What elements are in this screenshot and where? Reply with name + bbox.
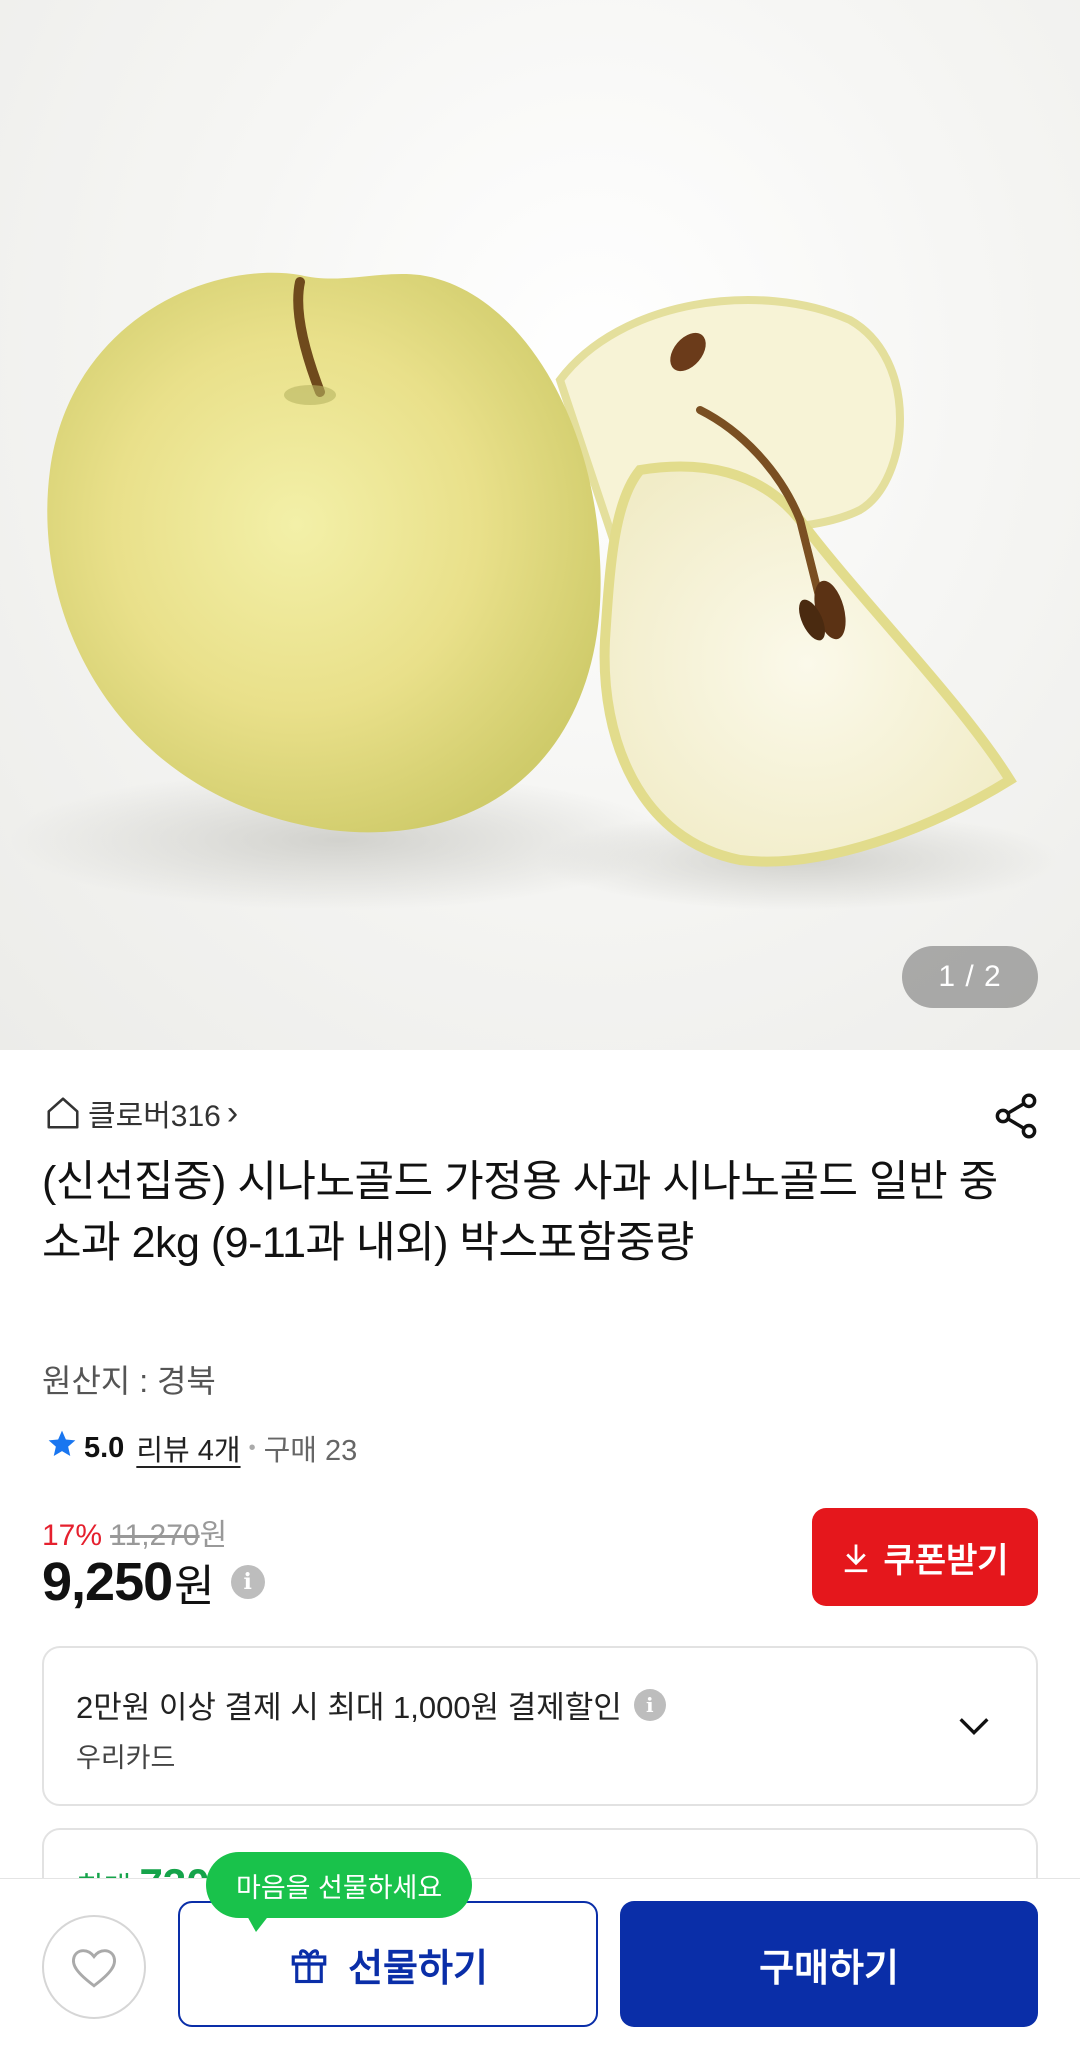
payment-discount-row: 2만원 이상 결제 시 최대 1,000원 결제할인 i: [76, 1682, 666, 1727]
store-link[interactable]: 클로버316 ›: [44, 1090, 238, 1136]
apple-photo: [10, 272, 1060, 910]
share-button[interactable]: [990, 1090, 1042, 1142]
store-name: 클로버316: [88, 1100, 221, 1133]
gift-tooltip: 마음을 선물하세요: [206, 1852, 473, 1932]
purchase-count: 구매 23: [263, 1435, 358, 1467]
info-icon[interactable]: i: [633, 1688, 666, 1721]
product-title: (신선집중) 시나노골드 가정용 사과 시나노골드 일반 중소과 2kg (9-…: [42, 1158, 998, 1267]
chevron-right-icon: ›: [226, 1093, 239, 1132]
home-icon: [44, 1094, 82, 1132]
payment-card-name: 우리카드: [76, 1743, 176, 1773]
original-price-unit: 원: [199, 1519, 228, 1552]
product-origin: 원산지 : 경북: [42, 1363, 216, 1399]
rating-row: 5.0 리뷰 4개 • 구매 23: [46, 1426, 357, 1470]
separator-dot: •: [248, 1436, 256, 1459]
final-price: 9,250 원 i: [42, 1550, 265, 1614]
gift-button[interactable]: 선물하기: [178, 1901, 598, 2027]
review-count-link[interactable]: 리뷰 4개: [136, 1427, 240, 1469]
discount-line: 17% 11,270 원: [42, 1510, 227, 1554]
bottom-action-bar: 선물하기 구매하기: [0, 1878, 1080, 2048]
tooltip-tail: [246, 1914, 270, 1932]
final-price-unit: 원: [174, 1562, 215, 1611]
download-icon: [845, 1544, 868, 1573]
original-price: 11,270: [110, 1519, 200, 1552]
coupon-button[interactable]: 쿠폰받기: [812, 1508, 1038, 1606]
gallery-page-indicator: 1 / 2: [902, 946, 1038, 1008]
product-image-gallery[interactable]: 1 / 2: [0, 0, 1080, 1050]
buy-label: 구매하기: [759, 1947, 899, 1990]
gift-icon: [291, 1949, 327, 1984]
final-price-value: 9,250: [42, 1552, 173, 1612]
coupon-label: 쿠폰받기: [883, 1541, 1009, 1580]
share-icon: [995, 1093, 1037, 1139]
chevron-down-icon: [959, 1718, 989, 1736]
discount-percent: 17%: [42, 1519, 103, 1552]
heart-icon: [72, 1949, 116, 1988]
wishlist-button[interactable]: [42, 1915, 146, 2019]
payment-discount-card[interactable]: 2만원 이상 결제 시 최대 1,000원 결제할인 i 우리카드: [42, 1646, 1038, 1806]
gift-label: 선물하기: [348, 1947, 488, 1990]
info-icon[interactable]: i: [230, 1565, 265, 1599]
gift-tooltip-text: 마음을 선물하세요: [236, 1872, 443, 1903]
rating-score: 5.0: [84, 1431, 125, 1464]
star-icon: [46, 1428, 78, 1468]
buy-button[interactable]: 구매하기: [620, 1901, 1038, 2027]
payment-discount-title: 2만원 이상 결제 시 최대 1,000원 결제할인: [76, 1690, 622, 1725]
